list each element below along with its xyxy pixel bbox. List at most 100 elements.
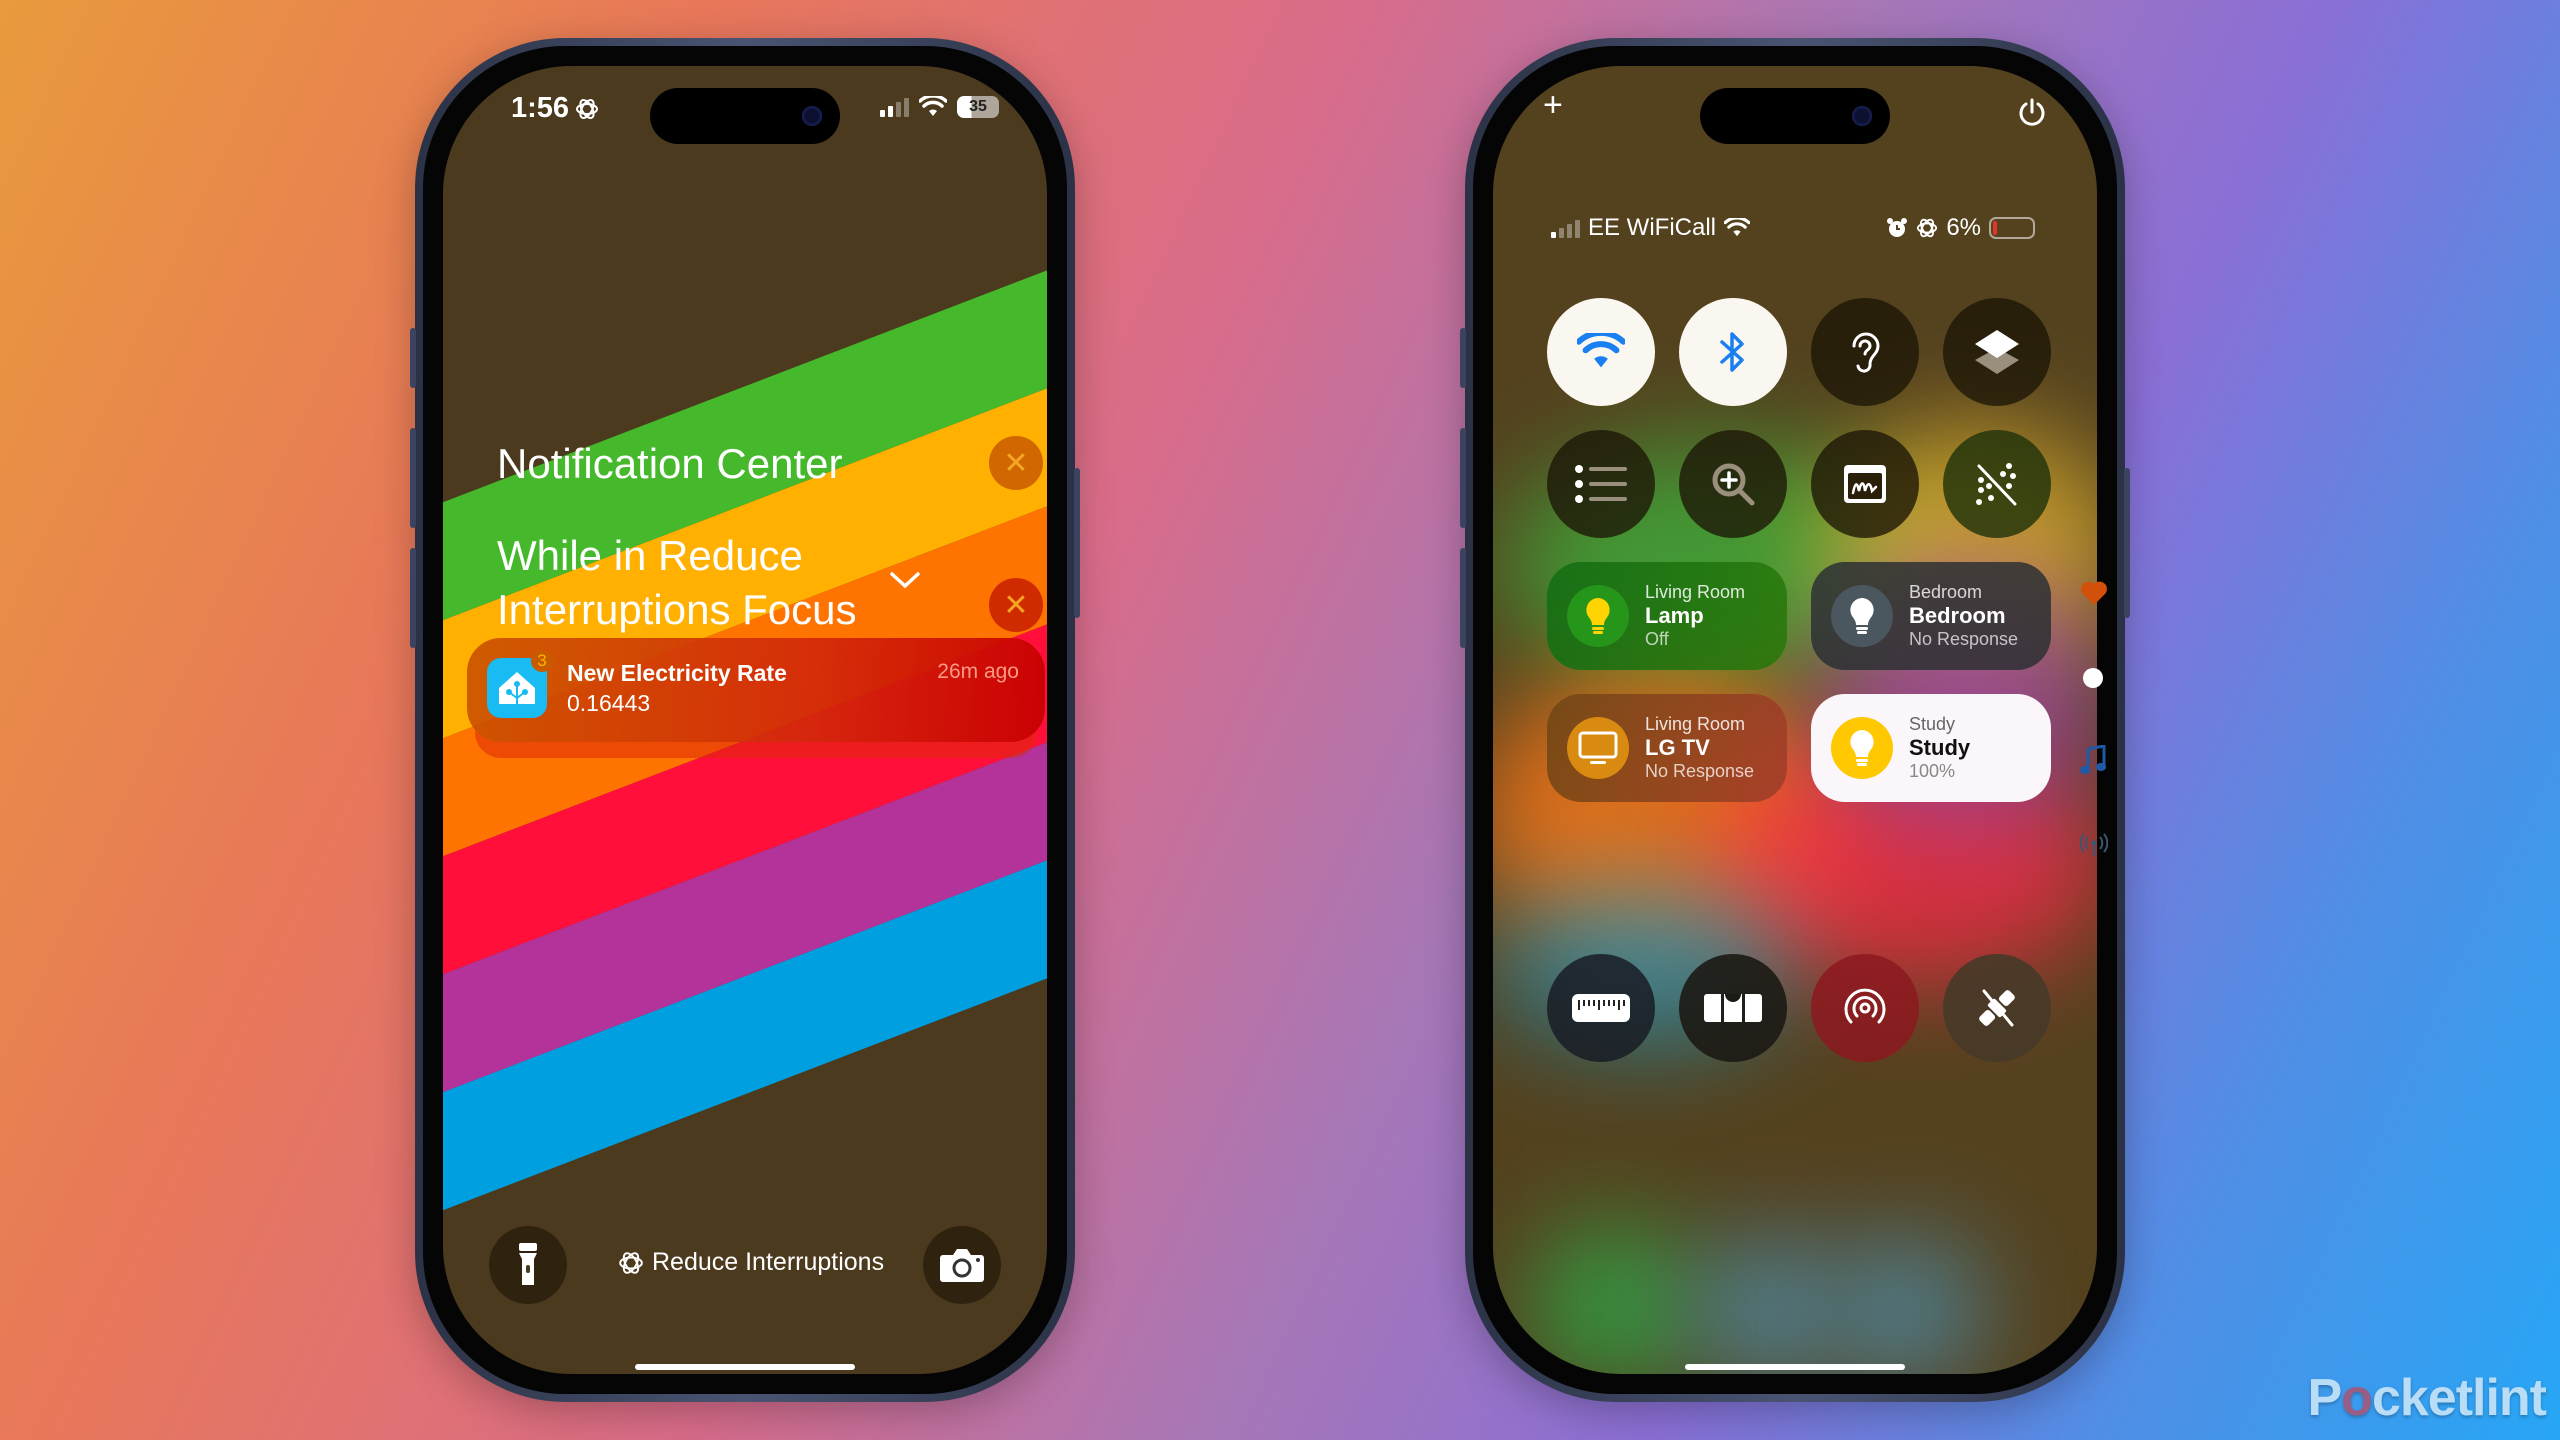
tile-name: Bedroom: [1909, 603, 2006, 629]
alarm-icon: [1887, 218, 1908, 237]
wifi-icon: [1577, 333, 1625, 368]
wifi-icon: [919, 96, 947, 116]
list-toggle[interactable]: [1547, 430, 1655, 538]
ear-icon: [1852, 332, 1880, 373]
time-text: 1:56: [511, 92, 570, 124]
bluetooth-toggle[interactable]: [1679, 298, 1787, 406]
phone-control-center: + EE WiFiCall 6% Living Room Lamp Off Be…: [1460, 38, 2130, 1402]
reduce-interruptions-icon: [619, 1251, 643, 1274]
home-tile-lamp[interactable]: Living Room Lamp Off: [1547, 562, 1787, 670]
measure-toggle[interactable]: [1547, 954, 1655, 1062]
action-button: [410, 328, 416, 388]
notification-count-badge: 3: [531, 650, 553, 672]
ruler-icon: [1572, 994, 1630, 1022]
volume-up-button: [1460, 428, 1466, 528]
tile-room: Study: [1909, 713, 1956, 734]
dynamic-island: [1700, 88, 1890, 144]
favorites-page-icon[interactable]: [2080, 580, 2108, 606]
shortcuts-icon: [1975, 330, 2019, 374]
airdrop-toggle[interactable]: [1811, 954, 1919, 1062]
music-page-icon[interactable]: [2080, 745, 2106, 775]
carrier-name: EE WiFiCall: [1588, 214, 1717, 241]
magnifier-icon: [1712, 463, 1755, 506]
tile-state: No Response: [1909, 628, 2019, 649]
tile-name: Lamp: [1645, 603, 1704, 629]
bezel: + EE WiFiCall 6% Living Room Lamp Off Be…: [1473, 46, 2117, 1394]
home-indicator[interactable]: [1685, 1364, 1905, 1370]
side-button: [1074, 468, 1080, 618]
dynamic-island: [650, 88, 840, 144]
notification-body: 0.16443: [567, 690, 651, 716]
tv-icon: [1567, 717, 1629, 779]
battery-low-icon: [1989, 217, 2035, 239]
phone-lock-screen: 1:56 35 Notification Center ✕ While in R…: [410, 38, 1080, 1402]
satellite-toggle[interactable]: [1943, 954, 2051, 1062]
tile-state: Off: [1645, 628, 1669, 649]
cellular-signal-icon: [1551, 218, 1580, 238]
hearing-toggle[interactable]: [1811, 298, 1919, 406]
focus-mode-label[interactable]: Reduce Interruptions: [618, 1248, 884, 1277]
action-button: [1460, 328, 1466, 388]
home-tile-bedroom[interactable]: Bedroom Bedroom No Response: [1811, 562, 2051, 670]
chevron-down-icon[interactable]: [889, 570, 921, 590]
wifi-icon: [1724, 218, 1751, 237]
reduce-interruptions-icon: [1917, 218, 1938, 238]
bluetooth-icon: [1720, 332, 1744, 372]
tile-state: No Response: [1645, 760, 1755, 781]
front-camera: [802, 106, 822, 126]
status-indicators: 35: [880, 96, 999, 118]
reduce-interruptions-icon: [576, 98, 599, 119]
home-indicator[interactable]: [635, 1364, 855, 1370]
flashlight-icon: [519, 1243, 537, 1285]
tile-room: Living Room: [1645, 581, 1746, 602]
flashlight-button[interactable]: [489, 1226, 567, 1304]
notification-title: New Electricity Rate: [567, 660, 787, 686]
level-toggle[interactable]: [1679, 954, 1787, 1062]
home-tile-lg-tv[interactable]: Living Room LG TV No Response: [1547, 694, 1787, 802]
clear-all-button[interactable]: ✕: [989, 436, 1043, 490]
lightbulb-icon: [1567, 585, 1629, 647]
logo-suffix: cketlint: [2371, 1369, 2547, 1427]
notification-center-title: Notification Center: [497, 440, 843, 487]
camera-button[interactable]: [923, 1226, 1001, 1304]
notification-time: 26m ago: [937, 660, 1019, 683]
notification-card[interactable]: 3 New Electricity Rate 0.16443 26m ago: [467, 638, 1045, 742]
battery-percent: 6%: [1946, 214, 1981, 241]
tile-name: Study: [1909, 735, 1971, 761]
lightbulb-icon: [1831, 717, 1893, 779]
signature-toggle[interactable]: [1811, 430, 1919, 538]
volume-down-button: [1460, 548, 1466, 648]
current-page-indicator[interactable]: [2083, 668, 2103, 688]
focus-mode-text: Reduce Interruptions: [652, 1248, 885, 1276]
bezel: 1:56 35 Notification Center ✕ While in R…: [423, 46, 1067, 1394]
home-tile-study[interactable]: Study Study 100%: [1811, 694, 2051, 802]
volume-down-button: [410, 548, 416, 648]
background-sounds-toggle[interactable]: [1943, 430, 2051, 538]
lock-screen: 1:56 35 Notification Center ✕ While in R…: [443, 66, 1047, 1374]
side-button: [2124, 468, 2130, 618]
logo-power-o: o: [2341, 1369, 2373, 1427]
wifi-toggle[interactable]: [1547, 298, 1655, 406]
magnifier-toggle[interactable]: [1679, 430, 1787, 538]
battery-indicator: 35: [957, 96, 999, 118]
tile-name: LG TV: [1645, 735, 1710, 761]
clear-group-button[interactable]: ✕: [989, 578, 1043, 632]
tile-room: Living Room: [1645, 713, 1746, 734]
front-camera: [1852, 106, 1872, 126]
camera-icon: [940, 1249, 984, 1282]
lightbulb-icon: [1831, 585, 1893, 647]
airdrop-icon: [1844, 988, 1886, 1024]
logo-prefix: P: [2307, 1369, 2342, 1427]
control-center: + EE WiFiCall 6% Living Room Lamp Off Be…: [1493, 66, 2097, 1374]
shortcuts-toggle[interactable]: [1943, 298, 2051, 406]
connectivity-page-icon[interactable]: [2080, 833, 2108, 857]
list-icon: [1575, 465, 1627, 503]
power-icon[interactable]: [2017, 98, 2047, 128]
tile-room: Bedroom: [1909, 581, 1983, 602]
status-bar: EE WiFiCall 6%: [1551, 214, 2035, 242]
tile-state: 100%: [1909, 760, 1956, 781]
level-icon: [1704, 994, 1762, 1022]
focus-group-title: While in Reduce Interruptions Focus: [497, 532, 857, 633]
dots-slash-icon: [1976, 463, 2017, 506]
add-control-button[interactable]: +: [1543, 86, 1563, 125]
